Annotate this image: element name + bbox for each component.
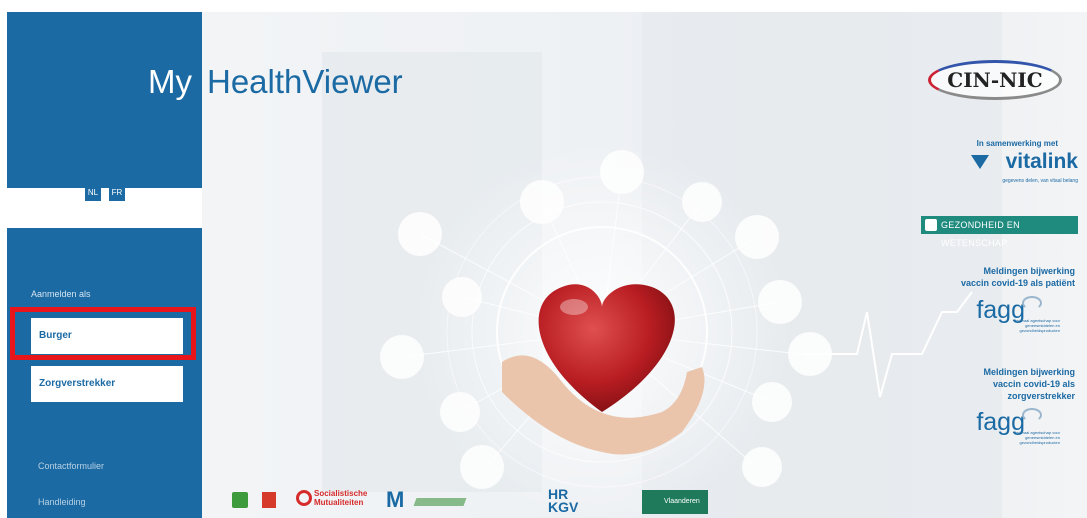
zorgverstrekker-button[interactable]: Zorgverstrekker <box>31 366 183 402</box>
partner-logo-red <box>262 492 276 508</box>
hrkgv-logo: HR KGV <box>548 487 579 515</box>
title-name: HealthViewer <box>207 63 403 100</box>
language-bar <box>7 188 202 228</box>
fagg-swirl-icon <box>1022 408 1042 422</box>
gezondheid-wetenschap-link[interactable]: GEZONDHEID EN WETENSCHAP <box>921 216 1078 248</box>
partner-logo-green <box>232 492 248 508</box>
gezondheid-icon <box>925 219 937 231</box>
vlaanderen-logo: Vlaanderen <box>642 490 708 514</box>
socialist-mutualities-icon <box>296 490 312 506</box>
fagg-swirl-icon <box>1022 296 1042 310</box>
kgv-text: KGV <box>548 499 579 515</box>
fagg-tagline-1: federaal agentschap voor geneesmiddelen … <box>1014 318 1060 333</box>
vitalink-logo[interactable]: vitalink <box>968 150 1078 174</box>
language-nl-button[interactable]: NL <box>85 185 101 201</box>
report-patient-link[interactable]: Meldingen bijwerking vaccin covid-19 als… <box>955 265 1075 289</box>
language-fr-button[interactable]: FR <box>109 185 125 201</box>
cin-nic-logo: CIN-NIC <box>928 60 1062 100</box>
login-label: Aanmelden als <box>31 289 91 299</box>
collab-label: In samenwerking met <box>976 139 1058 148</box>
fagg-tagline-2: federaal agentschap voor geneesmiddelen … <box>1014 430 1060 445</box>
highlight-box <box>10 307 196 360</box>
partner-logo-m: M <box>386 487 405 512</box>
vitalink-tagline: gegevens delen, van vitaal belang <box>1002 178 1078 184</box>
partner-logo-stripe <box>413 498 467 506</box>
title-prefix: My <box>148 63 192 100</box>
report-provider-link[interactable]: Meldingen bijwerking vaccin covid-19 als… <box>955 366 1075 402</box>
sm-line1: Socialistische <box>314 489 368 498</box>
sm-line2: Mutualiteiten <box>314 498 364 507</box>
contactform-link[interactable]: Contactformulier <box>38 461 104 471</box>
manual-link[interactable]: Handleiding <box>38 497 86 507</box>
socialist-mutualities-logo: Socialistische Mutualiteiten <box>314 489 367 507</box>
